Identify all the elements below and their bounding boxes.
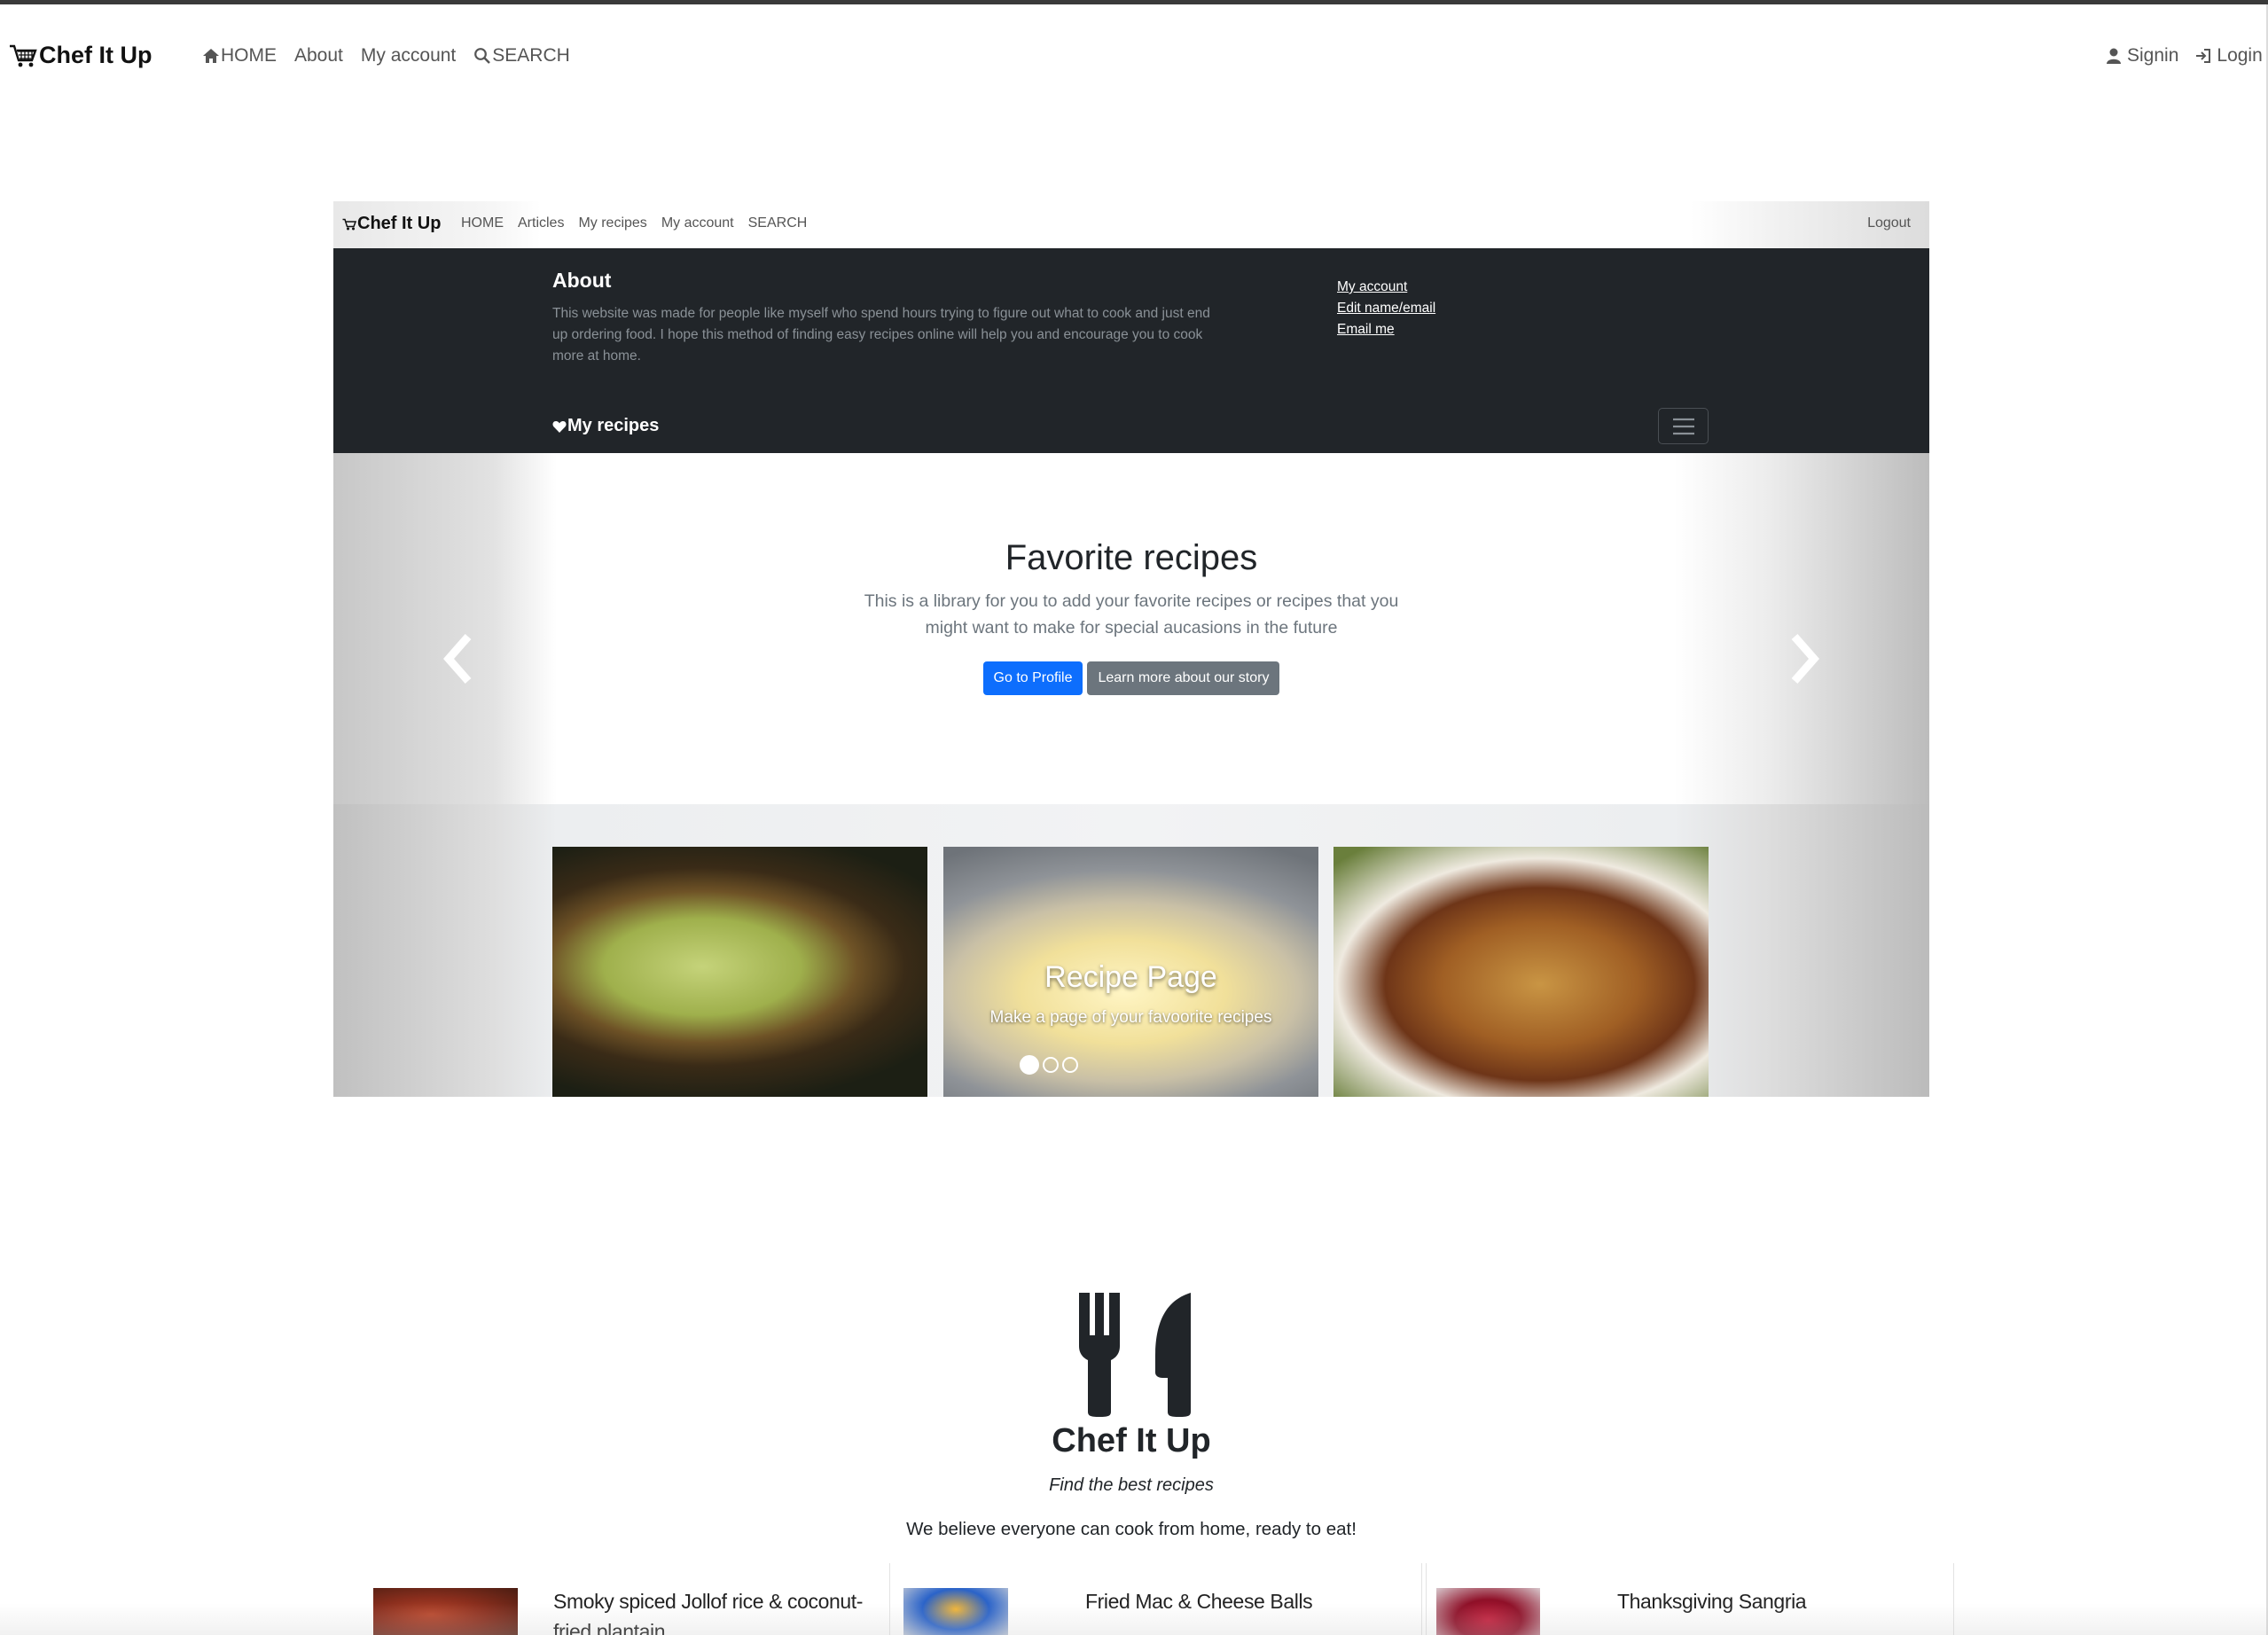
lasagna-image — [1333, 847, 1709, 1097]
inner-nav-home[interactable]: HOME — [461, 215, 504, 231]
nav-search-label: SEARCH — [492, 45, 570, 66]
login-link[interactable]: Login — [2194, 45, 2263, 66]
signin-label: Signin — [2127, 45, 2179, 66]
inner-nav-articles[interactable]: Articles — [518, 215, 564, 231]
nav-home[interactable]: HOME — [202, 45, 277, 66]
my-account-link[interactable]: My account — [1337, 278, 1435, 295]
nav-about[interactable]: About — [294, 45, 343, 66]
recipe-thumbnail — [903, 1588, 1008, 1635]
hero-title: Favorite recipes — [1005, 538, 1258, 577]
inner-nav-search[interactable]: SEARCH — [748, 215, 808, 231]
inner-navbar: Chef It Up HOME Articles My recipes My a… — [333, 201, 1929, 248]
go-to-profile-button[interactable]: Go to Profile — [982, 661, 1083, 695]
recipe-title[interactable]: Thanksgiving Sangria — [1617, 1586, 1945, 1616]
nav-search[interactable]: SEARCH — [473, 45, 570, 66]
nav-my-account[interactable]: My account — [361, 45, 456, 66]
carousel-indicator-3[interactable] — [1062, 1057, 1078, 1073]
about-panel: About This website was made for people l… — [333, 248, 1929, 453]
recipe-thumbnail — [1436, 1588, 1540, 1635]
nav-home-label: HOME — [221, 45, 277, 66]
preview-frame: Chef It Up HOME Articles My recipes My a… — [333, 201, 1929, 1097]
recipe-card[interactable]: Thanksgiving Sangria — [1426, 1563, 1954, 1635]
email-me-link[interactable]: Email me — [1337, 321, 1435, 338]
carousel-indicators — [1020, 1055, 1078, 1075]
edit-name-email-link[interactable]: Edit name/email — [1337, 300, 1435, 317]
home-icon — [203, 49, 219, 63]
hamburger-icon — [1672, 418, 1694, 434]
heart-icon — [552, 420, 567, 433]
recipe-title[interactable]: Fried Mac & Cheese Balls — [1085, 1586, 1413, 1616]
carousel-caption-title: Recipe Page — [1044, 960, 1217, 994]
hero-text: This is a library for you to add your fa… — [864, 591, 1399, 638]
site-description: We believe everyone can cook from home, … — [906, 1519, 1357, 1539]
auth-links: Signin Login — [2105, 45, 2263, 66]
login-label: Login — [2217, 45, 2263, 66]
carousel-caption-text: Make a page of your favoorite recipes — [989, 1008, 1272, 1027]
mashed-potatoes-image[interactable]: Recipe Page Make a page of your favoorit… — [943, 847, 1318, 1097]
learn-more-button[interactable]: Learn more about our story — [1087, 661, 1280, 695]
my-recipes-brand[interactable]: My recipes — [552, 416, 659, 436]
signin-link[interactable]: Signin — [2105, 45, 2178, 66]
main-navbar: Chef It Up HOME About My account SEARCH … — [0, 4, 2268, 111]
inner-nav-links: HOME Articles My recipes My account SEAR… — [461, 215, 807, 231]
chevron-right-icon — [1791, 634, 1819, 684]
recipe-thumbnail — [373, 1588, 518, 1635]
inner-brand-name: Chef It Up — [357, 214, 442, 233]
cart-icon — [342, 218, 356, 230]
inner-nav-my-account[interactable]: My account — [661, 215, 734, 231]
login-icon — [2196, 49, 2211, 63]
account-links: My account Edit name/email Email me — [1337, 278, 1435, 338]
inner-brand-link[interactable]: Chef It Up — [342, 214, 441, 234]
cart-icon — [10, 44, 37, 66]
brand-link[interactable]: Chef It Up — [9, 42, 153, 69]
hero-buttons: Go to Profile Learn more about our story — [333, 661, 1929, 695]
recipe-title[interactable]: Smoky spiced Jollof rice & coconut-fried… — [553, 1586, 889, 1635]
inner-nav-my-recipes[interactable]: My recipes — [578, 215, 646, 231]
site-subtitle: Find the best recipes — [1049, 1475, 1214, 1495]
carousel-indicator-2[interactable] — [1043, 1057, 1059, 1073]
cabbage-dish-image — [552, 847, 927, 1097]
carousel-next-button[interactable] — [1784, 631, 1825, 691]
recipe-card[interactable]: Smoky spiced Jollof rice & coconut-fried… — [364, 1563, 890, 1635]
about-title: About — [552, 269, 612, 292]
about-text: This website was made for people like my… — [552, 306, 1210, 364]
hero-carousel: Favorite recipes This is a library for y… — [333, 453, 1929, 804]
menu-toggle-button[interactable] — [1658, 408, 1709, 444]
my-recipes-label: My recipes — [567, 416, 660, 435]
search-icon — [474, 48, 491, 64]
site-title: Chef It Up — [1052, 1422, 1211, 1459]
logout-link[interactable]: Logout — [1867, 215, 1911, 231]
nav-links: HOME About My account SEARCH — [202, 45, 570, 66]
recipe-card[interactable]: Fried Mac & Cheese Balls — [894, 1563, 1422, 1635]
brand-name: Chef It Up — [39, 42, 153, 68]
image-album: Recipe Page Make a page of your favoorit… — [333, 804, 1929, 1097]
carousel-indicator-1[interactable] — [1020, 1055, 1039, 1075]
user-icon — [2107, 48, 2121, 64]
fork-knife-icon — [1077, 1291, 1197, 1421]
